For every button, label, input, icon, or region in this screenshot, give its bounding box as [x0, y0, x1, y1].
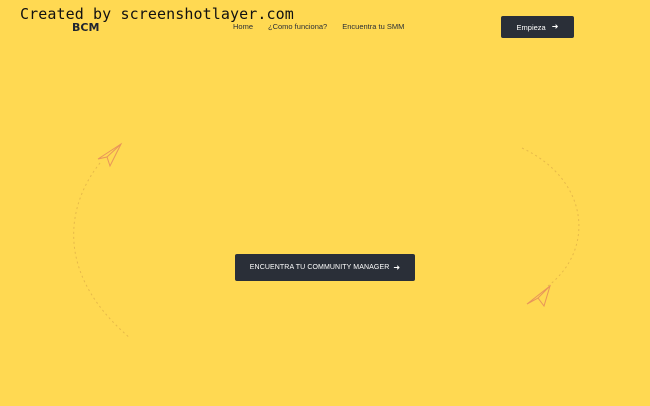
decorative-paths [73, 142, 580, 339]
left-flight-path [73, 162, 131, 339]
right-flight-path [521, 147, 580, 287]
paper-plane-icon [97, 142, 123, 168]
hero-button-label: ENCUENTRA TU COMMUNITY MANAGER [249, 264, 390, 271]
arrow-right-icon: ➜ [393, 262, 401, 272]
paper-plane-icon [526, 284, 551, 308]
encuentra-community-manager-button[interactable]: ENCUENTRA TU COMMUNITY MANAGER ➜ [235, 254, 415, 281]
